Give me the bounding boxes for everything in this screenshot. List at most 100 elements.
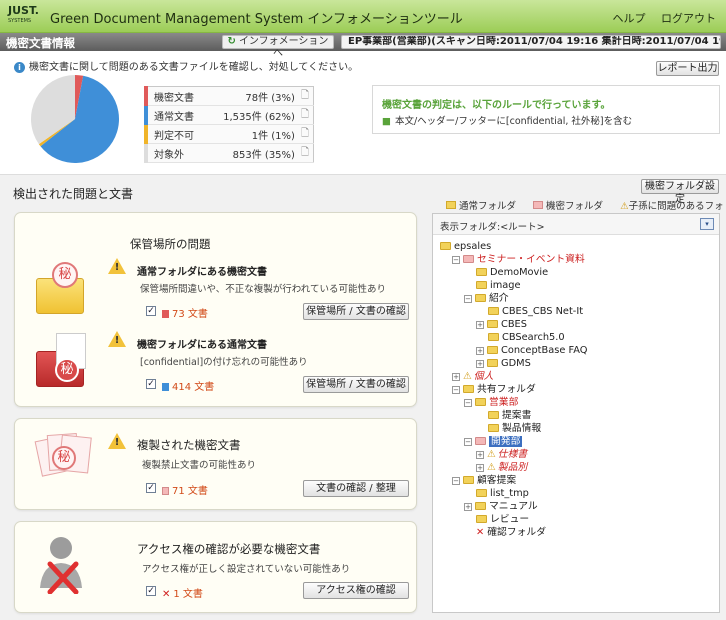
expand-icon[interactable]: + [476,464,484,472]
folder-icon [463,385,474,393]
folder-icon [475,294,486,302]
tree-node[interactable]: CBES_CBS Net-It [488,305,583,318]
document-icon[interactable]: 🗋 [296,105,314,125]
normal-folder-icon [446,201,456,209]
refresh-arrow-icon: ↻ [227,36,236,47]
checkbox[interactable]: ✓ [146,379,156,389]
confidential-seal-icon: 秘 [52,262,78,288]
tree-node[interactable]: レビュー [476,513,529,526]
document-count[interactable]: 73 文書 [162,305,208,320]
checkbox[interactable]: ✓ [146,586,156,596]
collapse-icon[interactable]: − [464,438,472,446]
checkbox[interactable]: ✓ [146,483,156,493]
warning-icon: ⚠ [487,462,496,473]
stat-label: 対象外 [144,143,206,163]
warning-icon: ⚠ [487,449,496,460]
expand-icon[interactable]: + [464,503,472,511]
warning-icon: ⚠ [620,201,629,212]
tree-node[interactable]: + ⚠ 個人 [452,370,493,383]
folder-icon [476,515,487,523]
tree-node[interactable]: − 紹介 [464,292,509,305]
document-icon[interactable]: 🗋 [296,86,314,106]
confidential-doc-icon [162,310,169,318]
document-icon[interactable]: 🗋 [296,143,314,163]
tree-node[interactable]: DemoMovie [476,266,548,279]
document-icon[interactable]: 🗋 [296,124,314,144]
folder-icon [487,359,498,367]
tree-node[interactable]: − セミナー・イベント資料 [452,253,585,266]
tree-node[interactable]: + ConceptBase FAQ [476,344,587,357]
tree-node[interactable]: 提案書 [488,409,531,422]
tree-node[interactable]: + ⚠ 製品別 [476,461,527,474]
expand-icon[interactable]: + [452,373,460,381]
tree-node[interactable]: CBSearch5.0 [488,331,565,344]
tree-node[interactable]: list_tmp [476,487,529,500]
expand-icon[interactable]: + [476,347,484,355]
collapse-icon[interactable]: − [452,386,460,394]
tree-node[interactable]: + ⚠ 仕様書 [476,448,527,461]
check-storage-button[interactable]: 保管場所 / 文書の確認 [303,303,409,320]
issue-title: 機密フォルダにある通常文書 [137,340,267,351]
check-access-button[interactable]: アクセス権の確認 [303,582,409,599]
stat-row-excluded: 対象外 853件 (35%) 🗋 [144,143,314,163]
expand-icon[interactable]: + [476,321,484,329]
folder-icon [475,502,486,510]
issue-subtitle: 複製禁止文書の可能性あり [142,460,257,471]
rule-item: ■ 本文/ヘッダー/フッターに[confidential, 社外秘]を含む [382,116,633,127]
stat-label: 通常文書 [144,105,206,125]
expand-icon[interactable]: + [476,451,484,459]
check-documents-button[interactable]: 文書の確認 / 整理 [303,480,409,497]
collapse-icon[interactable]: − [464,399,472,407]
tree-node[interactable]: ✕ 確認フォルダ [476,526,546,539]
check-storage-button[interactable]: 保管場所 / 文書の確認 [303,376,409,393]
stat-label: 判定不可 [144,124,206,144]
folder-icon [488,333,499,341]
document-pie-chart [30,75,120,163]
user-access-denied-icon [40,537,82,594]
header-links: ヘルプ ログアウト [601,10,717,26]
document-count[interactable]: 414 文書 [162,378,214,393]
collapse-icon[interactable]: − [464,295,472,303]
folder-icon [476,489,487,497]
expand-icon[interactable]: + [476,360,484,368]
confidential-folder-icon [463,255,474,263]
help-link[interactable]: ヘルプ [613,12,646,25]
tree-node[interactable]: − 営業部 [464,396,518,409]
folder-icon [475,398,486,406]
stat-value: 78件 (3%) [206,86,297,106]
confidential-seal-icon: 秘 [55,358,79,382]
collapse-icon[interactable]: − [452,477,460,485]
information-button[interactable]: ↻ インフォメーションへ [222,35,334,59]
error-folder-icon: ✕ [476,527,485,538]
folder-icon [487,320,498,328]
folder-icon [488,411,499,419]
tree-node[interactable]: epsales [440,240,491,253]
collapse-icon[interactable]: − [452,256,460,264]
normal-doc-icon [162,383,169,391]
confidential-folder-icon [533,201,544,209]
document-count[interactable]: 71 文書 [162,482,208,497]
stat-label: 機密文書 [144,86,206,106]
confidential-folder-settings-button[interactable]: 機密フォルダ設定 [641,179,719,205]
tree-node[interactable]: 製品情報 [488,422,541,435]
report-output-button[interactable]: レポート出力 [656,61,719,76]
tree-options-button[interactable]: ▾ [700,218,714,230]
document-count[interactable]: ✕ 1 文書 [162,585,203,600]
tree-node[interactable]: image [476,279,521,292]
tree-node[interactable]: + マニュアル [464,500,538,513]
stats-table: 機密文書 78件 (3%) 🗋 通常文書 1,535件 (62%) 🗋 判定不可 1件 (… [144,86,314,163]
tree-node[interactable]: + CBES [476,318,527,331]
warning-icon: ⚠ [463,371,472,382]
confidential-folder-icon [475,437,486,445]
description: i 機密文書に関して問題のある文書ファイルを確認し、対処してください。 [14,58,358,73]
folder-icon [488,424,499,432]
tree-node[interactable]: + GDMS [476,357,531,370]
tree-node[interactable]: − 顧客提案 [452,474,516,487]
logout-link[interactable]: ログアウト [661,12,716,25]
rule-title: 機密文書の判定は、以下のルールで行っています。 [382,100,611,111]
issue-subtitle: アクセス権が正しく設定されていない可能性あり [142,564,351,575]
checkbox[interactable]: ✓ [146,306,156,316]
tree-node-selected[interactable]: − 開発部 [464,435,523,448]
access-heading: アクセス権の確認が必要な機密文書 [137,542,321,556]
tree-node[interactable]: − 共有フォルダ [452,383,536,396]
